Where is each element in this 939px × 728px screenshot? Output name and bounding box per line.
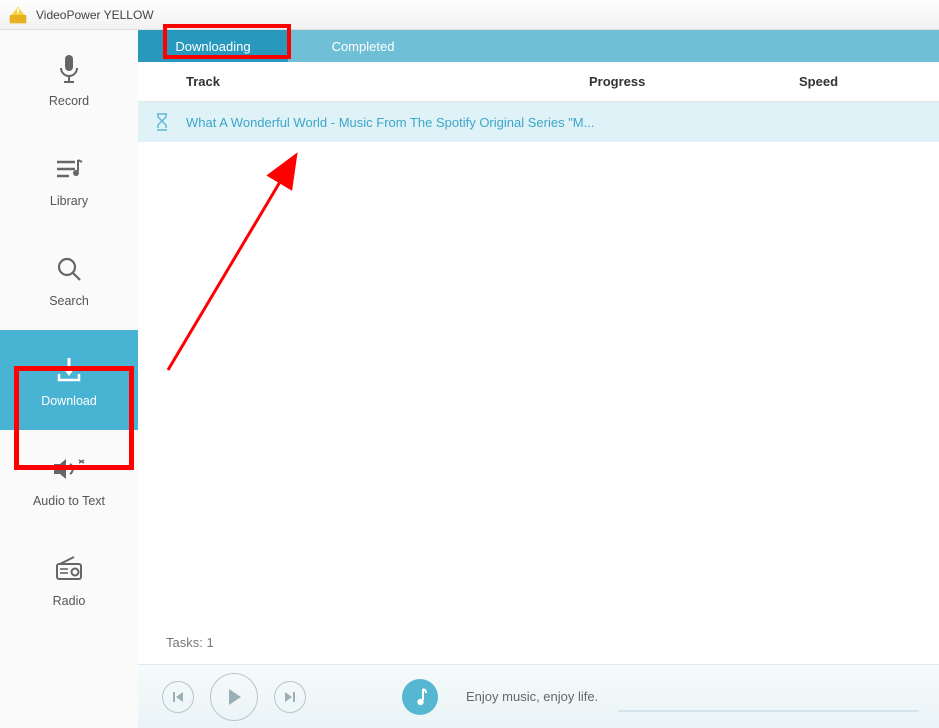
app-title: VideoPower YELLOW bbox=[36, 8, 154, 22]
column-header-speed[interactable]: Speed bbox=[799, 74, 939, 89]
sidebar-item-record[interactable]: Record bbox=[0, 30, 138, 130]
play-button[interactable] bbox=[210, 673, 258, 721]
music-note-icon bbox=[402, 679, 438, 715]
sidebar-item-radio[interactable]: Radio bbox=[0, 530, 138, 630]
previous-button[interactable] bbox=[162, 681, 194, 713]
microphone-icon bbox=[52, 52, 86, 86]
next-button[interactable] bbox=[274, 681, 306, 713]
player-progress-track[interactable] bbox=[618, 710, 919, 712]
player-tagline: Enjoy music, enjoy life. bbox=[466, 689, 598, 704]
player-bar: Enjoy music, enjoy life. bbox=[138, 664, 939, 728]
tab-label: Downloading bbox=[175, 39, 250, 54]
download-row[interactable]: What A Wonderful World - Music From The … bbox=[138, 102, 939, 142]
app-logo-icon bbox=[8, 5, 28, 25]
tab-completed[interactable]: Completed bbox=[288, 30, 438, 62]
sidebar-item-label: Search bbox=[49, 294, 89, 308]
tabs-bar: Downloading Completed bbox=[138, 30, 939, 62]
sidebar-item-download[interactable]: Download bbox=[0, 330, 138, 430]
sidebar-item-label: Radio bbox=[53, 594, 86, 608]
hourglass-icon bbox=[138, 113, 186, 131]
sidebar: Record Library bbox=[0, 30, 138, 728]
sidebar-item-audio-to-text[interactable]: Audio to Text bbox=[0, 430, 138, 530]
tasks-count: Tasks: 1 bbox=[166, 635, 214, 650]
tab-downloading[interactable]: Downloading bbox=[138, 30, 288, 62]
play-icon bbox=[225, 687, 243, 707]
sidebar-item-label: Library bbox=[50, 194, 88, 208]
title-bar: VideoPower YELLOW bbox=[0, 0, 939, 30]
download-row-title: What A Wonderful World - Music From The … bbox=[186, 115, 939, 130]
search-icon bbox=[52, 252, 86, 286]
sidebar-item-library[interactable]: Library bbox=[0, 130, 138, 230]
library-icon bbox=[52, 152, 86, 186]
skip-next-icon bbox=[283, 690, 297, 704]
radio-icon bbox=[52, 552, 86, 586]
column-header-row: Track Progress Speed bbox=[138, 62, 939, 102]
tab-label: Completed bbox=[332, 39, 395, 54]
main-panel: Downloading Completed Track Progress Spe… bbox=[138, 30, 939, 728]
annotation-arrow bbox=[158, 130, 358, 390]
sidebar-item-search[interactable]: Search bbox=[0, 230, 138, 330]
column-header-progress[interactable]: Progress bbox=[589, 74, 799, 89]
column-header-track[interactable]: Track bbox=[138, 74, 589, 89]
skip-previous-icon bbox=[171, 690, 185, 704]
download-icon bbox=[52, 352, 86, 386]
sidebar-item-label: Audio to Text bbox=[33, 494, 105, 508]
audio-to-text-icon bbox=[52, 452, 86, 486]
sidebar-item-label: Download bbox=[41, 394, 97, 408]
sidebar-item-label: Record bbox=[49, 94, 89, 108]
